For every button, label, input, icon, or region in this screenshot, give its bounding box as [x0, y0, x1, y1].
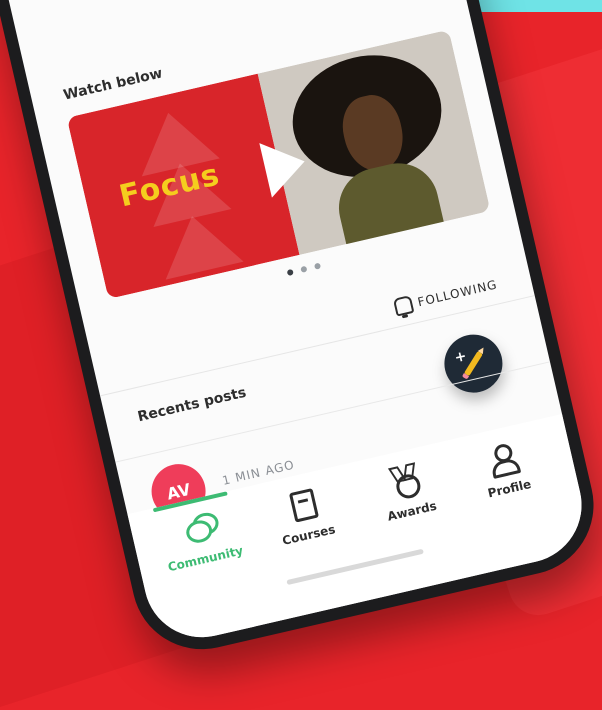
following-button[interactable]: FOLLOWING — [392, 275, 499, 317]
chat-bubbles-icon — [178, 509, 221, 550]
compose-post-button[interactable]: + — [438, 328, 509, 399]
following-label: FOLLOWING — [416, 277, 499, 310]
book-icon — [282, 485, 323, 526]
home-indicator[interactable] — [286, 548, 424, 586]
carousel-dot[interactable] — [300, 265, 308, 273]
tab-label: Awards — [386, 498, 439, 524]
tab-community[interactable]: Community — [148, 502, 254, 576]
carousel-dots[interactable] — [286, 262, 322, 277]
tab-courses[interactable]: Courses — [251, 478, 357, 552]
tab-profile[interactable]: Profile — [452, 432, 558, 506]
tab-label: Community — [166, 543, 245, 575]
bell-icon — [392, 295, 415, 317]
user-icon — [482, 439, 523, 480]
plus-icon: + — [453, 348, 469, 367]
carousel-dot-active[interactable] — [286, 268, 294, 277]
medal-icon — [385, 462, 426, 503]
tab-awards[interactable]: Awards — [355, 455, 461, 529]
video-thumbnail[interactable]: Focus — [66, 29, 491, 300]
tab-label: Profile — [486, 476, 533, 501]
carousel-dot[interactable] — [313, 262, 322, 270]
recents-posts-heading: Recents posts — [136, 384, 248, 426]
bottom-tab-bar: Community Courses Awards Profile — [127, 413, 594, 649]
